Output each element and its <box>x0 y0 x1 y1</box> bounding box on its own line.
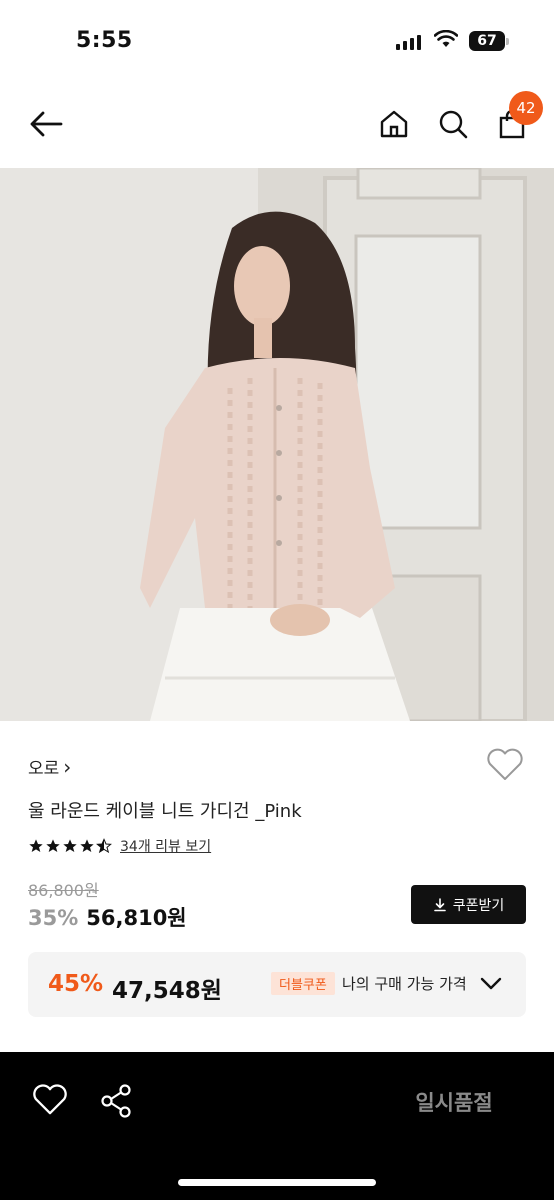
cellular-signal-icon <box>396 34 421 50</box>
rating-stars <box>28 838 112 854</box>
back-button[interactable] <box>26 104 66 144</box>
share-icon <box>101 1084 131 1118</box>
download-icon <box>433 897 446 911</box>
product-image[interactable] <box>0 168 554 721</box>
home-indicator[interactable] <box>178 1179 376 1186</box>
battery-level: 67 <box>469 31 505 51</box>
share-button[interactable] <box>100 1084 138 1122</box>
status-time: 5:55 <box>76 28 133 53</box>
search-icon <box>439 110 468 139</box>
original-price: 86,800원 <box>28 881 99 900</box>
home-button[interactable] <box>374 104 414 144</box>
star-icon <box>63 839 77 852</box>
wifi-icon <box>434 30 458 47</box>
best-price-label: 나의 구매 가능 가격 <box>342 975 467 993</box>
sold-out-button[interactable]: 일시품절 <box>392 1078 516 1126</box>
heart-icon <box>487 748 523 780</box>
home-icon <box>380 110 408 138</box>
double-coupon-badge: 더블쿠폰 <box>271 972 335 995</box>
brand-link[interactable]: 오로 › <box>28 754 72 780</box>
best-price: 47,548원 <box>112 978 222 1004</box>
top-nav <box>0 80 554 168</box>
chevron-right-icon: › <box>63 754 72 779</box>
discount-percent: 35% <box>28 906 79 930</box>
search-button[interactable] <box>433 104 473 144</box>
cart-count-badge: 42 <box>509 91 543 125</box>
chevron-down-icon[interactable] <box>478 970 504 996</box>
star-icon <box>80 839 94 852</box>
status-bar: 5:55 67 <box>0 0 554 80</box>
rating-row: 34개 리뷰 보기 <box>28 836 211 856</box>
bottom-action-bar: 일시품절 <box>0 1052 554 1200</box>
review-link[interactable]: 34개 리뷰 보기 <box>120 836 211 856</box>
back-arrow-icon <box>30 111 63 137</box>
wishlist-button[interactable] <box>486 748 526 788</box>
battery-icon: 67 <box>469 31 509 51</box>
coupon-button-label: 쿠폰받기 <box>452 897 505 914</box>
product-photo <box>0 168 554 721</box>
sale-price-row: 35% 56,810원 <box>28 902 187 932</box>
star-icon <box>29 839 43 852</box>
star-half-icon <box>96 838 112 854</box>
best-price-box[interactable]: 45% 47,548원 더블쿠폰 나의 구매 가능 가격 <box>28 952 526 1017</box>
best-discount-percent: 45% <box>48 971 104 997</box>
coupon-download-button[interactable]: 쿠폰받기 <box>411 885 526 924</box>
star-icon <box>46 839 60 852</box>
heart-icon <box>33 1084 67 1115</box>
bottom-wishlist-button[interactable] <box>32 1084 70 1122</box>
product-name: 울 라운드 케이블 니트 가디건 _Pink <box>28 801 302 822</box>
brand-name: 오로 <box>28 759 60 779</box>
sale-price: 56,810원 <box>86 906 187 930</box>
